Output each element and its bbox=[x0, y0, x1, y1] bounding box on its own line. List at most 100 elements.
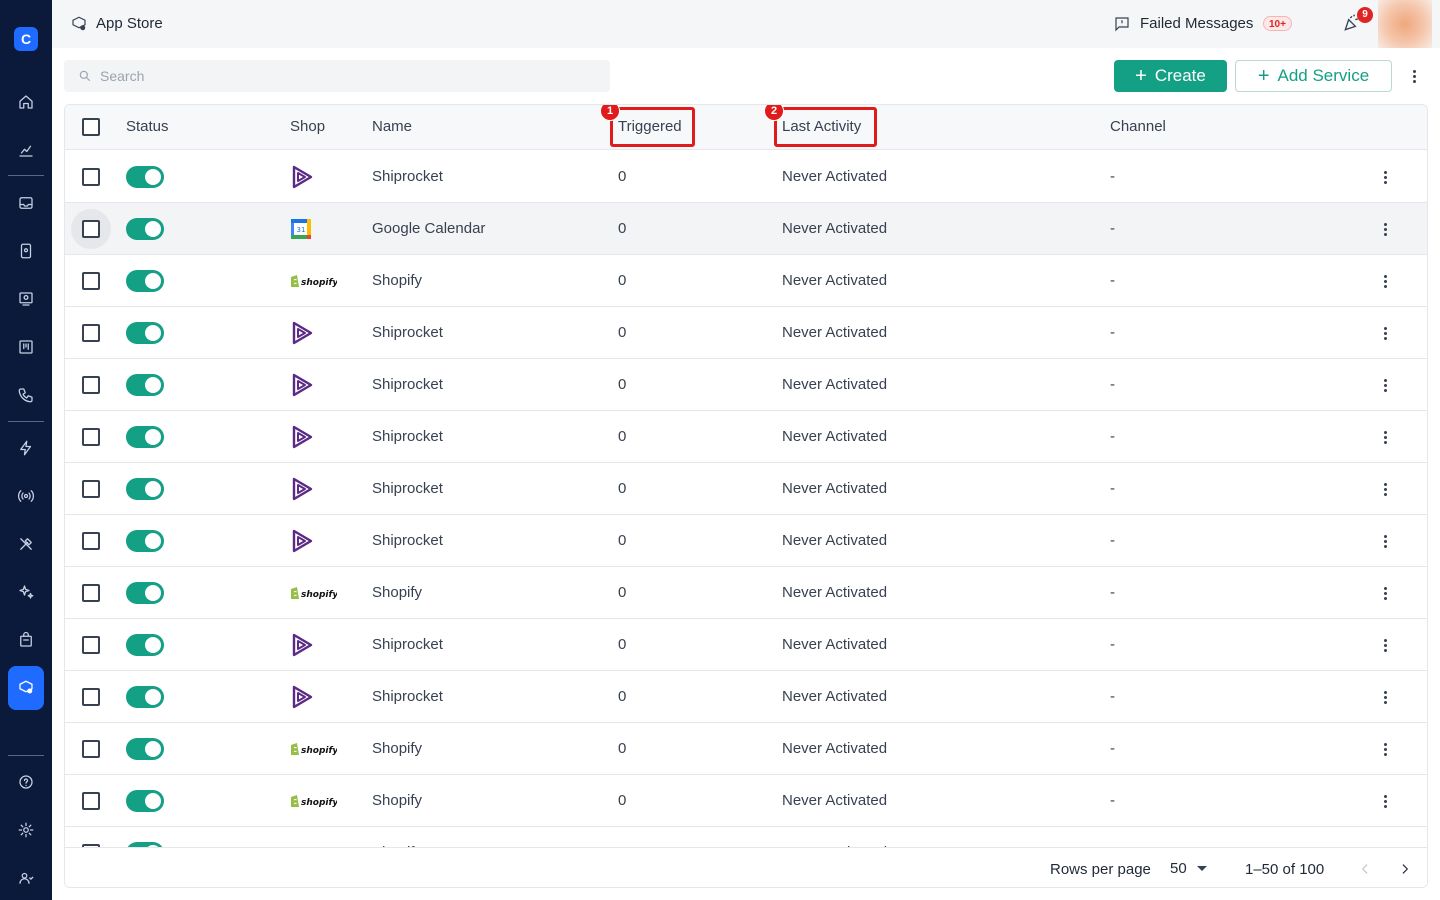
inbox-icon[interactable] bbox=[13, 190, 39, 216]
row-more-options-icon[interactable] bbox=[1375, 271, 1395, 291]
row-checkbox[interactable] bbox=[82, 428, 100, 446]
row-more-options-icon[interactable] bbox=[1375, 739, 1395, 759]
last-activity: Never Activated bbox=[782, 272, 888, 289]
next-page-button[interactable] bbox=[1394, 858, 1416, 880]
row-more-options-icon[interactable] bbox=[1375, 635, 1395, 655]
status-toggle[interactable] bbox=[126, 478, 164, 500]
status-toggle[interactable] bbox=[126, 634, 164, 656]
table-row[interactable]: shopifyShopify0Never Activated- bbox=[65, 567, 1427, 619]
flow-icon[interactable] bbox=[13, 435, 39, 461]
column-header-status[interactable]: Status bbox=[126, 118, 169, 135]
column-header-channel[interactable]: Channel bbox=[1110, 118, 1166, 135]
search-icon bbox=[78, 69, 92, 83]
column-header-shop[interactable]: Shop bbox=[290, 118, 325, 135]
failed-messages-link[interactable]: Failed Messages bbox=[1140, 15, 1253, 32]
table-row[interactable]: 31 Google Calendar 0 Never Activated - bbox=[65, 203, 1427, 255]
add-service-button[interactable]: + Add Service bbox=[1235, 60, 1392, 92]
table-row[interactable]: Shiprocket 0 Never Activated - bbox=[65, 359, 1427, 411]
row-checkbox[interactable] bbox=[82, 480, 100, 498]
status-toggle[interactable] bbox=[126, 322, 164, 344]
row-checkbox[interactable] bbox=[82, 168, 100, 186]
table-row[interactable]: Shiprocket 0 Never Activated - bbox=[65, 151, 1427, 203]
row-more-options-icon[interactable] bbox=[1375, 687, 1395, 707]
status-toggle[interactable] bbox=[126, 426, 164, 448]
help-icon[interactable] bbox=[13, 769, 39, 795]
previous-page-button[interactable] bbox=[1354, 858, 1376, 880]
rows-per-page-select[interactable]: 50 bbox=[1170, 860, 1207, 877]
table-row[interactable]: Shiprocket 0 Never Activated - bbox=[65, 619, 1427, 671]
page-title: App Store bbox=[96, 15, 163, 32]
status-toggle[interactable] bbox=[126, 738, 164, 760]
row-more-options-icon[interactable] bbox=[1375, 219, 1395, 239]
row-checkbox[interactable] bbox=[82, 532, 100, 550]
row-checkbox[interactable] bbox=[82, 688, 100, 706]
row-more-options-icon[interactable] bbox=[1375, 375, 1395, 395]
tools-icon[interactable] bbox=[13, 531, 39, 557]
table-row[interactable]: Shiprocket 0 Never Activated - bbox=[65, 411, 1427, 463]
caret-down-icon bbox=[1196, 866, 1207, 871]
status-toggle[interactable] bbox=[126, 166, 164, 188]
row-more-options-icon[interactable] bbox=[1375, 583, 1395, 603]
channel-value: - bbox=[1110, 584, 1115, 601]
more-options-icon[interactable] bbox=[1404, 66, 1424, 86]
service-name: Shopify bbox=[372, 272, 423, 289]
analytics-icon[interactable] bbox=[13, 137, 39, 163]
row-checkbox[interactable] bbox=[82, 324, 100, 342]
brand-logo[interactable]: C bbox=[14, 27, 38, 51]
row-checkbox[interactable] bbox=[82, 792, 100, 810]
phone-icon[interactable] bbox=[13, 382, 39, 408]
status-toggle[interactable] bbox=[126, 218, 164, 240]
sidebar: C bbox=[0, 0, 52, 900]
broadcast-icon[interactable] bbox=[13, 483, 39, 509]
row-more-options-icon[interactable] bbox=[1375, 167, 1395, 187]
commerce-icon[interactable] bbox=[13, 627, 39, 653]
row-checkbox[interactable] bbox=[82, 636, 100, 654]
table-row[interactable]: shopifyShopify0Never Activated- bbox=[65, 827, 1427, 847]
kanban-icon[interactable] bbox=[13, 334, 39, 360]
home-icon[interactable] bbox=[13, 89, 39, 115]
status-toggle[interactable] bbox=[126, 790, 164, 812]
status-toggle[interactable] bbox=[126, 374, 164, 396]
shopify-logo-icon: shopify bbox=[289, 789, 337, 813]
app-store-nav-item[interactable] bbox=[8, 666, 44, 710]
settings-icon[interactable] bbox=[13, 817, 39, 843]
row-checkbox[interactable] bbox=[82, 740, 100, 758]
team-icon[interactable] bbox=[13, 865, 39, 891]
row-checkbox[interactable] bbox=[82, 220, 100, 238]
row-more-options-icon[interactable] bbox=[1375, 323, 1395, 343]
last-activity: Never Activated bbox=[782, 532, 888, 549]
row-checkbox[interactable] bbox=[82, 272, 100, 290]
row-more-options-icon[interactable] bbox=[1375, 479, 1395, 499]
create-button[interactable]: + Create bbox=[1114, 60, 1227, 92]
row-more-options-icon[interactable] bbox=[1375, 791, 1395, 811]
contacts-icon[interactable] bbox=[13, 238, 39, 264]
status-toggle[interactable] bbox=[126, 270, 164, 292]
search-input[interactable] bbox=[100, 60, 600, 92]
table-row[interactable]: shopifyShopify0Never Activated- bbox=[65, 775, 1427, 827]
select-all-checkbox[interactable] bbox=[82, 118, 100, 136]
row-more-options-icon[interactable] bbox=[1375, 531, 1395, 551]
last-activity: Never Activated bbox=[782, 636, 888, 653]
row-checkbox[interactable] bbox=[82, 584, 100, 602]
status-toggle[interactable] bbox=[126, 582, 164, 604]
ai-icon[interactable] bbox=[13, 579, 39, 605]
triggered-count: 0 bbox=[618, 532, 627, 549]
last-activity: Never Activated bbox=[782, 584, 888, 601]
row-more-options-icon[interactable] bbox=[1375, 427, 1395, 447]
table-row[interactable]: Shiprocket 0 Never Activated - bbox=[65, 463, 1427, 515]
table-row[interactable]: shopifyShopify0Never Activated- bbox=[65, 723, 1427, 775]
table-row[interactable]: Shiprocket 0 Never Activated - bbox=[65, 515, 1427, 567]
notifications-badge: 9 bbox=[1357, 7, 1373, 23]
row-checkbox[interactable] bbox=[82, 376, 100, 394]
status-toggle[interactable] bbox=[126, 530, 164, 552]
svg-text:shopify: shopify bbox=[301, 590, 337, 600]
channel-value: - bbox=[1110, 532, 1115, 549]
status-toggle[interactable] bbox=[126, 686, 164, 708]
user-avatar[interactable] bbox=[1378, 0, 1432, 48]
table-row[interactable]: Shiprocket 0 Never Activated - bbox=[65, 671, 1427, 723]
table-row[interactable]: Shiprocket 0 Never Activated - bbox=[65, 307, 1427, 359]
table-row[interactable]: shopifyShopify0Never Activated- bbox=[65, 255, 1427, 307]
column-header-name[interactable]: Name bbox=[372, 118, 412, 135]
channel-value: - bbox=[1110, 688, 1115, 705]
campaigns-icon[interactable] bbox=[13, 286, 39, 312]
